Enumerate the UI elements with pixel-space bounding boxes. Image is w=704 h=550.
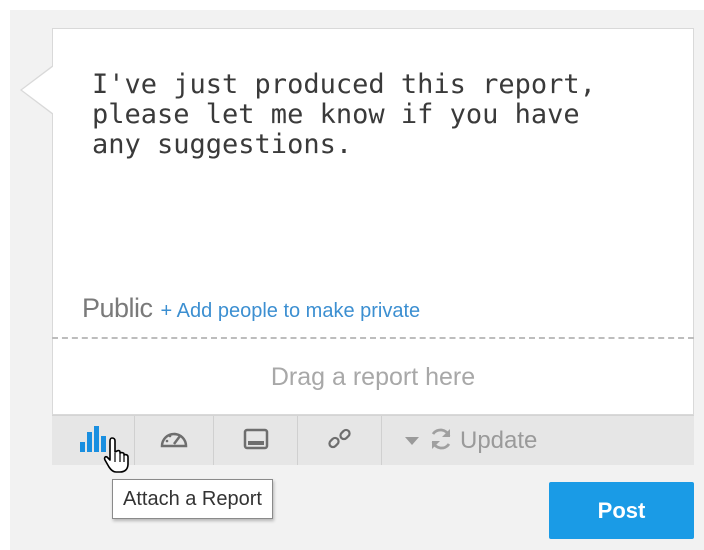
attach-dashboard-button[interactable] [135,416,214,465]
attachment-toolbar: Update [52,415,694,465]
storyboard-icon [243,428,269,454]
post-button[interactable]: Post [549,482,694,539]
hand-cursor-icon [103,436,133,478]
update-dropdown[interactable]: Update [382,416,694,465]
report-drop-zone[interactable]: Drag a report here [53,339,693,415]
privacy-status-label: Public [82,293,153,323]
link-icon [327,426,353,456]
attach-link-button[interactable] [298,416,382,465]
refresh-icon [428,427,454,455]
stage: I've just produced this report, please l… [0,0,704,550]
chevron-down-icon [404,431,420,450]
privacy-row: Public + Add people to make private [82,293,420,327]
speech-bubble-pointer-fill [22,66,54,114]
attach-storyboard-button[interactable] [214,416,298,465]
dashboard-gauge-icon [159,428,189,454]
update-label: Update [460,426,538,454]
message-text-area[interactable]: I've just produced this report, please l… [92,70,652,160]
add-people-link[interactable]: + Add people to make private [161,300,421,323]
attach-report-tooltip: Attach a Report [112,479,273,519]
